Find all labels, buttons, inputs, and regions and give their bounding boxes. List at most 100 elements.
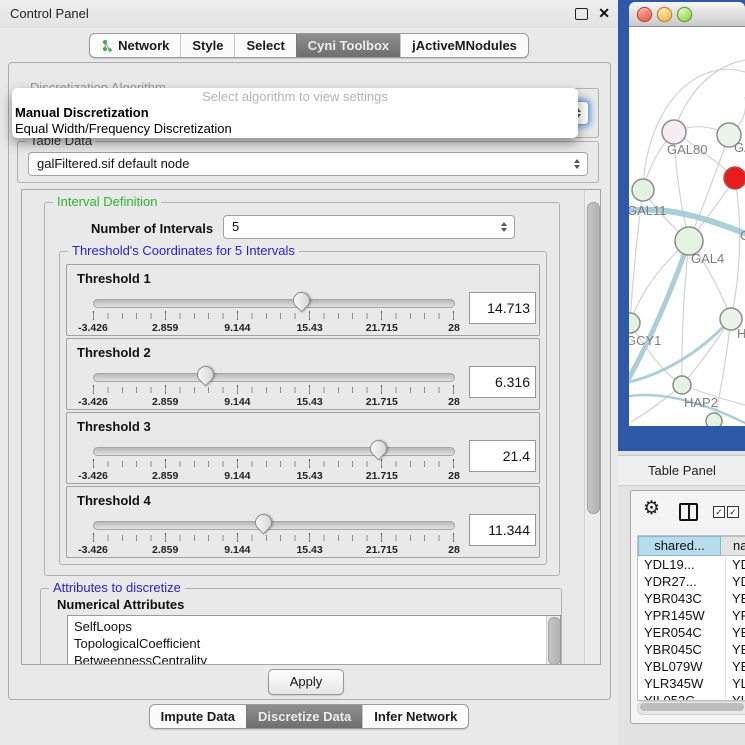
slider-handle[interactable] xyxy=(367,436,391,460)
tick-label: 15.43 xyxy=(296,396,322,408)
settings-scrollbar[interactable] xyxy=(584,190,600,664)
tab-discretize-data[interactable]: Discretize Data xyxy=(246,705,362,728)
window-controls xyxy=(637,7,692,22)
split-view-icon[interactable] xyxy=(679,503,698,521)
attributes-group: Attributes to discretize Numerical Attri… xyxy=(40,588,562,665)
node-bottom[interactable] xyxy=(706,413,722,426)
slider-track[interactable] xyxy=(93,447,455,456)
close-window-icon[interactable] xyxy=(637,7,652,22)
tab-select[interactable]: Select xyxy=(234,34,295,57)
table-horizontal-scrollbar-thumb[interactable] xyxy=(640,703,744,711)
table-row[interactable]: YLR345WYLR3 xyxy=(638,675,745,692)
tick-label: -3.426 xyxy=(78,544,108,556)
column-header-name[interactable]: na xyxy=(721,536,745,556)
node-label: HAP2 xyxy=(684,395,718,410)
combo-arrows-icon xyxy=(574,159,580,169)
popup-header: Select algorithm to view settings xyxy=(12,88,578,105)
tick-label: -3.426 xyxy=(78,470,108,482)
tab-jactivemnodules[interactable]: jActiveMNodules xyxy=(400,34,528,57)
list-item[interactable]: TopologicalCoefficient xyxy=(68,635,560,652)
list-scrollbar[interactable] xyxy=(546,616,560,665)
table-row[interactable]: YPR145WYPR1 xyxy=(638,607,745,624)
tab-network[interactable]: Network xyxy=(90,34,180,57)
gear-icon[interactable]: ⚙ xyxy=(643,497,660,520)
slider-handle[interactable] xyxy=(290,288,314,312)
threshold-3-label: Threshold 3 xyxy=(77,419,151,434)
tab-impute-data[interactable]: Impute Data xyxy=(150,705,246,728)
slider-minor-ticks xyxy=(93,387,454,393)
table-row[interactable]: YDR27...YDR2 xyxy=(638,573,745,590)
close-icon[interactable]: ✕ xyxy=(598,5,610,22)
number-of-intervals-combobox[interactable]: 5 xyxy=(223,215,515,239)
slider-track[interactable] xyxy=(93,521,455,530)
popup-item-equal-width-frequency[interactable]: Equal Width/Frequency Discretization xyxy=(12,121,578,137)
node-hap2[interactable] xyxy=(673,376,691,394)
table-data-combobox[interactable]: galFiltered.sif default node xyxy=(28,152,588,176)
settings-scrollbar-thumb[interactable] xyxy=(587,202,600,514)
tick-label: 28 xyxy=(448,396,460,408)
table-row[interactable]: YBR045CYBR0 xyxy=(638,641,745,658)
slider-track[interactable] xyxy=(93,373,455,382)
tick-label: 15.43 xyxy=(296,470,322,482)
tab-cyni-toolbox[interactable]: Cyni Toolbox xyxy=(296,34,400,57)
table-row[interactable]: YBR043CYBR0 xyxy=(638,590,745,607)
slider-minor-ticks xyxy=(93,313,454,319)
tick-label: 28 xyxy=(448,544,460,556)
tick-label: 28 xyxy=(448,470,460,482)
slider-track[interactable] xyxy=(93,299,455,308)
threshold-1-value-field[interactable]: 14.713 xyxy=(469,292,536,324)
checkbox-icon[interactable]: ✓ xyxy=(713,506,725,518)
list-scrollbar-thumb[interactable] xyxy=(548,617,561,665)
node-gal11[interactable] xyxy=(632,179,654,201)
number-of-intervals-label: Number of Intervals xyxy=(91,221,213,236)
settings-scroll-panel: Interval Definition Number of Intervals … xyxy=(21,189,601,665)
tick-label: -3.426 xyxy=(78,322,108,334)
threshold-4-value-field[interactable]: 11.344 xyxy=(469,514,536,546)
control-panel: Control Panel ✕ Network Style Sel xyxy=(0,0,618,745)
tick-label: 2.859 xyxy=(152,544,178,556)
column-header-shared-name[interactable]: shared... xyxy=(638,536,721,556)
tick-label: 21.715 xyxy=(366,470,398,482)
numerical-attributes-list[interactable]: SelfLoops TopologicalCoefficient Between… xyxy=(67,615,561,665)
checkbox-icon[interactable]: ✓ xyxy=(727,506,739,518)
node-table: shared... na YDL19...YDL1 YDR27...YDR2 Y… xyxy=(637,535,745,701)
float-window-icon[interactable] xyxy=(575,8,588,20)
table-data-value: galFiltered.sif default node xyxy=(37,153,189,175)
network-window-titlebar xyxy=(629,2,745,27)
node-gal80[interactable] xyxy=(662,120,686,144)
algorithm-dropdown-popup: Select algorithm to view settings Manual… xyxy=(12,88,578,138)
tick-label: 2.859 xyxy=(152,470,178,482)
threshold-2-value-field[interactable]: 6.316 xyxy=(469,366,536,398)
table-row[interactable]: YBL079WYBL0 xyxy=(638,658,745,675)
thresholds-group-title: Threshold's Coordinates for 5 Intervals xyxy=(68,243,299,259)
tab-style[interactable]: Style xyxy=(180,34,234,57)
popup-item-manual-discretization[interactable]: Manual Discretization xyxy=(12,105,578,121)
table-row[interactable]: YER054CYER0 xyxy=(638,624,745,641)
node-label: GAL80 xyxy=(667,142,707,157)
apply-button[interactable]: Apply xyxy=(268,669,344,695)
zoom-window-icon[interactable] xyxy=(677,7,692,22)
node-red-selected[interactable] xyxy=(724,167,745,189)
network-canvas[interactable]: GAL80 GA C GAL11 GAL4 GCY1 H HAP2 xyxy=(629,27,745,426)
right-workspace: GAL80 GA C GAL11 GAL4 GCY1 H HAP2 Table … xyxy=(618,0,745,745)
thresholds-group: Threshold's Coordinates for 5 Intervals … xyxy=(59,251,547,565)
tab-infer-network[interactable]: Infer Network xyxy=(362,705,468,728)
list-item[interactable]: SelfLoops xyxy=(68,616,560,635)
tick-label: 15.43 xyxy=(296,322,322,334)
table-row[interactable]: YIL052CYIL0 xyxy=(638,692,745,701)
threshold-3-value-field[interactable]: 21.4 xyxy=(469,440,536,472)
interval-definition-group: Interval Definition Number of Intervals … xyxy=(44,202,560,576)
node-gcy1[interactable] xyxy=(629,313,640,333)
control-panel-titlebar: Control Panel ✕ xyxy=(0,0,618,28)
slider-handle[interactable] xyxy=(251,510,275,534)
table-row[interactable]: YDL19...YDL1 xyxy=(638,556,745,573)
tick-label: 2.859 xyxy=(152,322,178,334)
list-item[interactable]: BetweennessCentrality xyxy=(68,652,560,665)
table-data-group: Table Data galFiltered.sif default node xyxy=(17,141,599,183)
minimize-window-icon[interactable] xyxy=(657,7,672,22)
table-horizontal-scrollbar[interactable] xyxy=(637,701,745,715)
slider-handle[interactable] xyxy=(193,362,217,386)
tick-label: 15.43 xyxy=(296,544,322,556)
tick-label: 21.715 xyxy=(366,322,398,334)
threshold-4-slider: -3.426 2.859 9.144 15.43 21.715 28 xyxy=(93,513,454,557)
